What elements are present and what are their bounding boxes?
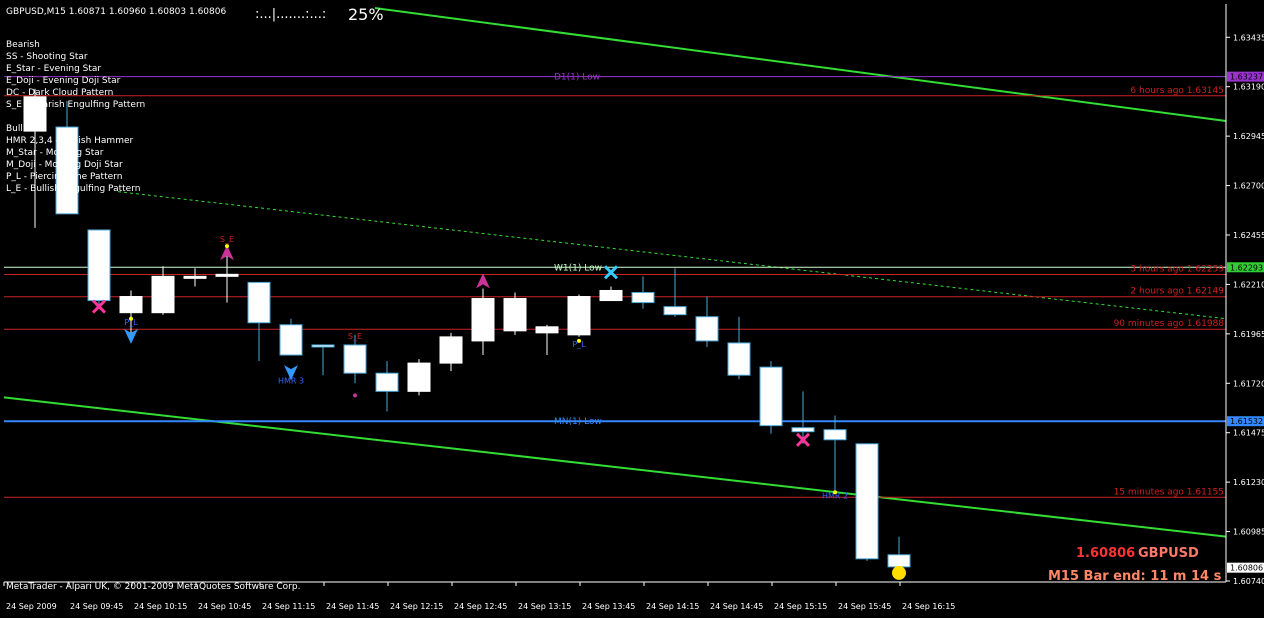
x-tick-label: 24 Sep 14:45 [710,602,763,611]
pattern-label: S_E [220,235,234,244]
y-tick-label: 1.62700 [1233,182,1264,191]
y-tick-label: 1.63435 [1233,33,1264,42]
x-tick-label: 24 Sep 13:15 [518,602,571,611]
y-tick-label: 1.62945 [1233,132,1264,141]
y-tick-label: 1.60985 [1233,528,1264,537]
x-tick-label: 24 Sep 11:15 [262,602,315,611]
level-label: 15 minutes ago 1.61155 [1114,487,1224,497]
smiley-icon [892,565,906,580]
candle-body [407,362,431,392]
price-badge-label: 1.63237 [1230,73,1263,82]
x-tick-label: 24 Sep 12:45 [454,602,507,611]
candle-body [375,372,399,392]
candle-body [215,273,239,277]
candle-body [503,298,527,332]
candle-body [631,291,655,304]
bar-end-timer: M15 Bar end: 11 m 14 s [1048,569,1222,584]
price-badge-label: 1.61532 [1230,417,1263,426]
candle-body [343,344,367,374]
candle-body [119,296,143,314]
price-badge-label: 1.60806 [1230,564,1263,573]
chart-background [0,0,1264,614]
y-tick-label: 1.62210 [1233,280,1264,289]
candle-body [887,554,911,568]
y-tick-label: 1.61965 [1233,330,1264,339]
candle-body [759,366,783,427]
level-label: D1(1) Low [554,73,600,83]
candle-body [87,229,111,302]
copyright-text: MetaTrader - Alpari UK, © 2001-2009 Meta… [6,582,300,592]
symbol-header: GBPUSD,M15 1.60871 1.60960 1.60803 1.608… [6,7,226,17]
candlestick-chart: D1(1) Low 6 hours ago 1.63145 W1(1) Low 3 h… [0,0,1264,614]
candle-body [471,298,495,342]
x-tick-label: 24 Sep 14:15 [646,602,699,611]
x-tick-label: 24 Sep 15:45 [838,602,891,611]
signal-dot [225,244,229,249]
level-label: 90 minutes ago 1.61988 [1114,319,1225,329]
candle-body [727,342,751,376]
y-tick-label: 1.62455 [1233,231,1264,240]
candle-body [439,336,463,364]
spread-bar: :...|.......:...: [255,7,326,22]
candle-body [567,296,591,336]
signal-dot [353,393,357,398]
x-tick-label: 24 Sep 10:15 [134,602,187,611]
x-tick-label: 24 Sep 12:15 [390,602,443,611]
x-tick-label: 24 Sep 2009 [6,602,57,611]
candle-body [535,326,559,334]
candle-body [311,344,335,348]
y-tick-label: 1.63190 [1233,83,1264,92]
candle-body [183,275,207,279]
signal-dot [577,338,581,343]
level-label: 2 hours ago 1.62149 [1130,287,1224,297]
candle-body [279,324,303,356]
level-label: MN(1) Low [554,417,602,427]
spread-percent: 25% [348,5,384,24]
x-tick-label: 24 Sep 10:45 [198,602,251,611]
y-tick-label: 1.61230 [1233,478,1264,487]
y-tick-label: 1.60740 [1233,577,1264,586]
x-tick-label: 24 Sep 09:45 [70,602,123,611]
level-label: 6 hours ago 1.63145 [1130,86,1224,96]
level-label: 3 hours ago 1.62259 [1130,265,1224,275]
x-tick-label: 24 Sep 16:15 [902,602,955,611]
x-tick-label: 24 Sep 13:45 [582,602,635,611]
candle-body [823,429,847,441]
price-badge-label: 1.62293 [1230,263,1263,272]
level-label: W1(1) Low [554,263,602,273]
candle-body [151,275,175,314]
candle-body [247,281,271,324]
current-price-big: 1.60806 [1076,546,1135,561]
x-tick-label: 24 Sep 15:15 [774,602,827,611]
candle-body [599,289,623,302]
signal-dot [129,316,133,321]
candle-body [695,316,719,342]
candle-body [791,427,815,433]
chart-canvas: D1(1) Low 6 hours ago 1.63145 W1(1) Low 3 h… [0,0,1264,614]
x-tick-label: 24 Sep 11:45 [326,602,379,611]
signal-dot [833,490,837,495]
candle-body [663,306,687,316]
y-tick-label: 1.61475 [1233,429,1264,438]
pattern-label: S_E [348,332,362,341]
candle-body [55,126,79,215]
candle-body [855,443,879,560]
candle-body [23,96,47,132]
symbol-big: GBPUSD [1138,546,1199,561]
y-tick-label: 1.61720 [1233,379,1264,388]
